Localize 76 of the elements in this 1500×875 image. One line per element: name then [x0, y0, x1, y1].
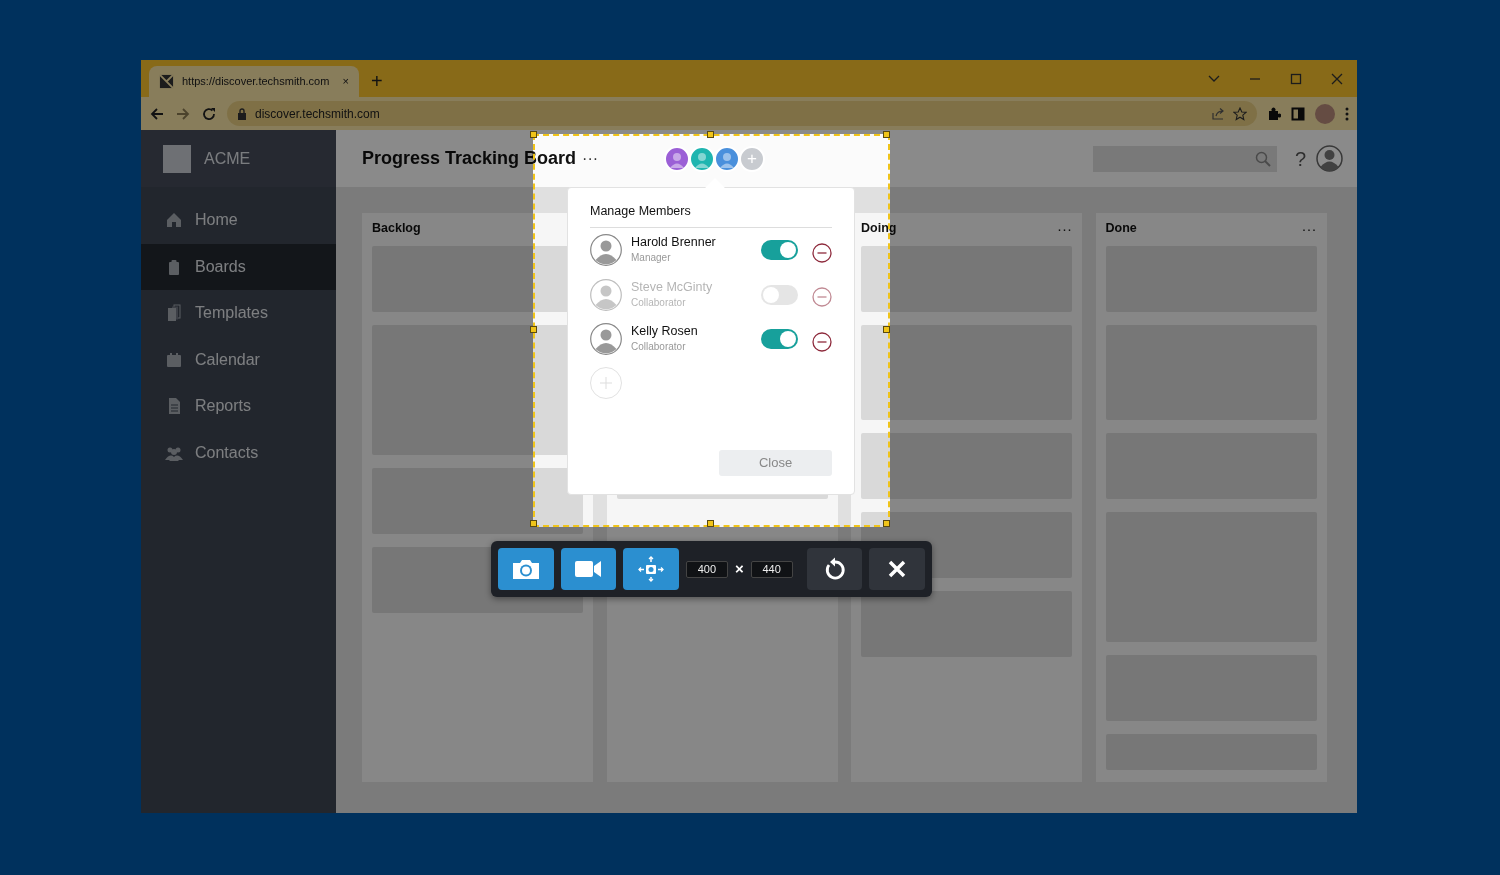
member-role: Manager [631, 251, 672, 265]
pages-icon [165, 304, 183, 323]
search-icon[interactable] [1254, 150, 1271, 167]
member-role: Collaborator [631, 295, 687, 310]
star-icon[interactable] [1233, 106, 1247, 121]
kebab-menu-icon[interactable] [1345, 106, 1349, 121]
lock-icon [237, 107, 247, 120]
remove-member-icon[interactable] [812, 331, 832, 352]
member-toggle[interactable] [761, 240, 798, 260]
member-avatar[interactable] [664, 145, 691, 172]
maximize-icon[interactable] [1288, 71, 1303, 86]
close-button[interactable]: Close [719, 450, 832, 476]
member-name: Harold Brenner [631, 235, 717, 250]
remove-member-icon[interactable] [812, 242, 832, 263]
search-field[interactable] [1092, 145, 1277, 172]
popup-title: Manage Members [590, 202, 832, 228]
camera-button[interactable] [498, 548, 554, 590]
user-avatar-icon[interactable] [1316, 145, 1343, 172]
address-text: discover.techsmith.com [255, 105, 381, 123]
person-avatar-icon [590, 323, 622, 355]
column-menu-button[interactable]: ··· [1301, 220, 1317, 236]
sidebar-item[interactable]: Calendar [141, 336, 336, 383]
sidebar-item[interactable]: Reports [141, 383, 336, 430]
sidebar-item[interactable]: Contacts [141, 429, 336, 476]
logo-square [163, 144, 191, 173]
column-menu-button[interactable]: ··· [1057, 220, 1072, 236]
browser-tab[interactable]: https://discover.techsmith.com × [149, 66, 359, 97]
resize-handle[interactable] [706, 520, 714, 527]
resize-handle[interactable] [883, 520, 890, 527]
person-avatar-icon [590, 278, 622, 311]
house-icon [165, 211, 183, 230]
member-toggle[interactable] [761, 329, 798, 349]
puzzle-piece-icon[interactable] [1267, 106, 1281, 121]
column-title: Doing [861, 219, 897, 237]
member-role: Collaborator [631, 340, 687, 354]
board-title: Progress Tracking Board [362, 147, 577, 170]
undo-button[interactable] [806, 548, 863, 590]
profile-picture[interactable] [1315, 103, 1335, 124]
new-tab-button[interactable]: + [371, 71, 383, 91]
width-field[interactable]: 400 [685, 560, 728, 578]
sidebar-item[interactable]: Templates [141, 290, 336, 337]
logo-text: ACME [204, 148, 251, 169]
person-avatar-icon [590, 234, 622, 266]
tab-close-button[interactable]: × [342, 76, 349, 87]
sidebar-item[interactable]: Boards [141, 243, 336, 290]
board-menu-button[interactable]: ··· [582, 150, 599, 167]
share-icon[interactable] [1211, 106, 1225, 121]
close-button[interactable] [869, 548, 925, 590]
resize-handle[interactable] [883, 325, 890, 333]
video-camera-button[interactable] [560, 548, 617, 590]
tab-title: https://discover.techsmith.com [182, 74, 331, 90]
column-title: Backlog [372, 219, 421, 237]
close-icon[interactable] [1329, 71, 1344, 86]
back-arrow-icon[interactable] [149, 105, 165, 122]
calendar-icon [165, 350, 183, 369]
site-favicon-icon [159, 74, 174, 89]
side-panel-icon[interactable] [1291, 106, 1305, 121]
member-name: Kelly Rosen [631, 324, 699, 339]
column-title: Done [1105, 219, 1137, 237]
sidebar-item[interactable]: Home [141, 197, 336, 244]
resize-handle[interactable] [530, 520, 537, 527]
member-name: Steve McGinty [631, 279, 714, 295]
crosshair-camera-button[interactable] [623, 548, 679, 590]
resize-handle[interactable] [530, 325, 537, 333]
resize-handle[interactable] [883, 131, 890, 138]
resize-handle[interactable] [530, 131, 537, 138]
crosshair-camera-icon [636, 556, 667, 582]
help-button[interactable]: ? [1294, 148, 1306, 169]
address-bar[interactable]: discover.techsmith.com [227, 101, 1257, 126]
times-sign: × [734, 558, 744, 579]
member-avatar[interactable] [689, 145, 716, 172]
height-field[interactable]: 440 [750, 560, 793, 578]
member-avatar[interactable] [714, 145, 741, 172]
forward-arrow-icon[interactable] [175, 105, 191, 122]
reload-icon[interactable] [201, 105, 217, 122]
resize-handle[interactable] [706, 131, 714, 138]
